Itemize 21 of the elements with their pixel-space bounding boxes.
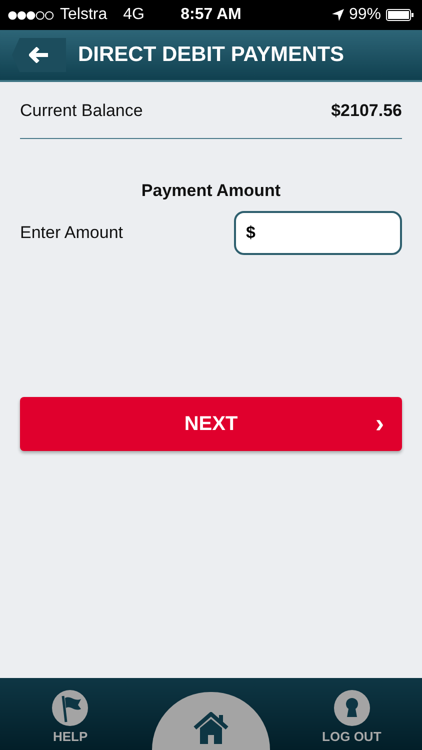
clock: 8:57 AM [180,6,242,24]
back-button[interactable] [12,38,66,72]
balance-label: Current Balance [20,101,143,121]
keyhole-icon [334,690,370,726]
flag-icon [52,690,88,726]
signal-icon [8,10,54,20]
balance-value: $2107.56 [331,101,402,121]
page-title: DIRECT DEBIT PAYMENTS [78,43,344,67]
back-arrow-icon [29,47,49,63]
location-arrow-icon [332,9,344,21]
amount-field[interactable]: $ [234,211,402,255]
carrier-name: Telstra [60,6,108,24]
battery-icon [386,9,414,21]
next-button[interactable]: NEXT › [20,397,402,451]
help-tab[interactable]: HELP [0,689,141,750]
home-icon [192,712,229,744]
battery-percent: 99% [348,6,382,24]
network-type: 4G [123,6,144,24]
amount-label: Enter Amount [20,223,124,243]
section-heading: Payment Amount [140,181,282,201]
log-out-tab[interactable]: LOG OUT [281,689,422,750]
